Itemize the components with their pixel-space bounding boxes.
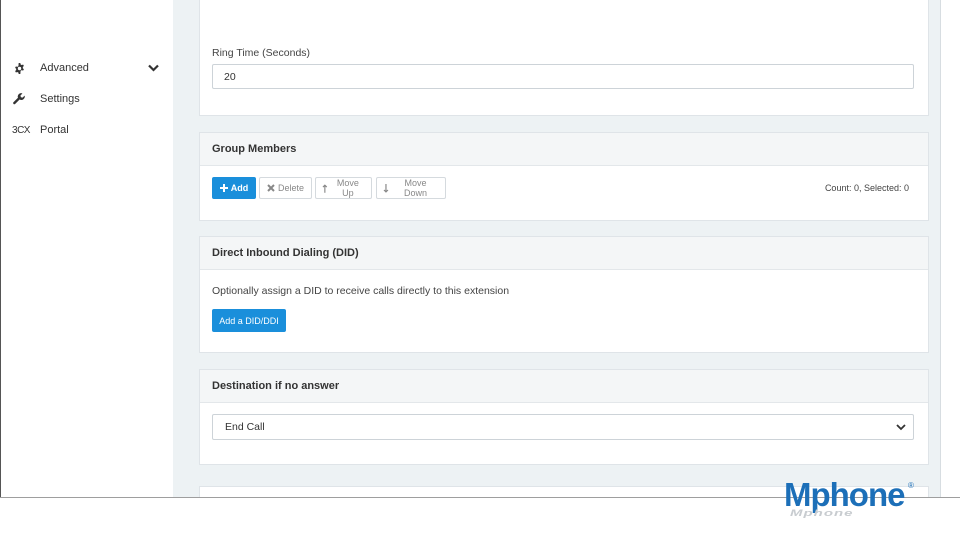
ring-time-card: Ring Time (Seconds): [199, 0, 929, 116]
main-content: Ring Time (Seconds) Group Members Add De…: [173, 0, 941, 497]
move-down-label: Move Down: [403, 178, 427, 198]
plus-icon: [219, 184, 228, 192]
group-members-card: Group Members Add Delete Move Up Move Do…: [199, 132, 929, 221]
ring-time-label: Ring Time (Seconds): [212, 47, 311, 59]
app-window: Advanced Settings 3CX Portal Ring Time (…: [0, 0, 960, 498]
destination-select[interactable]: End Call: [212, 414, 914, 440]
did-card: Direct Inbound Dialing (DID) Optionally …: [199, 236, 929, 353]
add-did-button[interactable]: Add a DID/DDI: [212, 309, 286, 332]
move-down-button[interactable]: Move Down: [376, 177, 446, 199]
sidebar-item-settings[interactable]: Settings: [0, 86, 172, 112]
right-panel: [940, 0, 960, 497]
destination-selected-value: End Call: [225, 421, 265, 433]
sidebar-item-advanced[interactable]: Advanced: [0, 55, 172, 81]
add-member-label: Add: [230, 183, 249, 193]
window-border: [0, 0, 1, 497]
add-member-button[interactable]: Add: [212, 177, 256, 199]
logo-text: Mphone: [784, 476, 905, 513]
wrench-icon: [11, 91, 27, 107]
destination-card: Destination if no answer End Call: [199, 369, 929, 465]
close-icon: [267, 184, 275, 192]
arrow-down-icon: [383, 183, 389, 193]
delete-member-button[interactable]: Delete: [259, 177, 312, 199]
chevron-down-icon[interactable]: [146, 61, 160, 75]
sidebar-item-label: Settings: [40, 93, 80, 105]
member-count-text: Count: 0, Selected: 0: [824, 183, 909, 193]
sidebar-item-label: Portal: [40, 124, 69, 136]
delete-member-label: Delete: [277, 183, 304, 193]
sidebar-item-label: Advanced: [40, 62, 89, 74]
registered-mark: ®: [908, 481, 914, 490]
group-members-title: Group Members: [200, 133, 928, 166]
did-title: Direct Inbound Dialing (DID): [200, 237, 928, 270]
move-up-button[interactable]: Move Up: [315, 177, 372, 199]
sidebar-item-portal[interactable]: 3CX Portal: [0, 117, 172, 143]
logo-reflection: Mphone: [790, 508, 854, 519]
arrow-up-icon: [322, 183, 328, 193]
mphone-logo: Mphone ® Mphone: [784, 478, 934, 523]
3cx-logo-icon: 3CX: [12, 124, 30, 136]
gear-icon: [11, 60, 27, 76]
ring-time-input[interactable]: [212, 64, 914, 89]
move-up-label: Move Up: [336, 178, 359, 198]
chevron-down-icon: [896, 424, 906, 431]
sidebar: Advanced Settings 3CX Portal: [0, 0, 172, 497]
destination-title: Destination if no answer: [200, 370, 928, 403]
did-description: Optionally assign a DID to receive calls…: [212, 285, 510, 297]
